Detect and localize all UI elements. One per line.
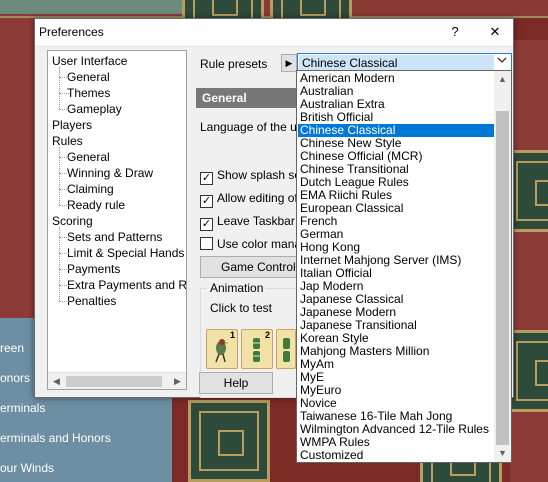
checkbox-box[interactable] (200, 237, 213, 250)
background-tile-pattern (188, 400, 270, 482)
presets-menu-button[interactable]: ▶ (281, 54, 297, 72)
hand-list-item[interactable]: reen (0, 336, 24, 360)
scrollbar-thumb[interactable] (66, 376, 162, 387)
tree-connector (59, 173, 69, 174)
language-label: Language of the use (200, 120, 310, 134)
scroll-left-icon[interactable]: ◀ (48, 373, 65, 389)
tree-item[interactable]: Players (52, 117, 92, 133)
checkbox-splash-screen[interactable]: ✓ Show splash scre (200, 167, 311, 185)
tree-connector (59, 253, 69, 254)
background-green-strip (0, 0, 185, 14)
checkbox-box[interactable]: ✓ (200, 172, 213, 185)
tree-item[interactable]: Gameplay (67, 101, 122, 117)
combobox-selected-value: Chinese Classical (299, 55, 494, 71)
checkbox-color-management[interactable]: Use color manag (200, 236, 308, 252)
animation-tile-partial[interactable] (276, 329, 296, 369)
tree-item[interactable]: General (67, 69, 110, 85)
tree-connector (59, 67, 60, 109)
tree-item[interactable]: Sets and Patterns (67, 229, 162, 245)
chevron-down-icon[interactable] (497, 56, 507, 67)
tree-connector (59, 93, 69, 94)
tree-item[interactable]: Themes (67, 85, 110, 101)
tree-connector (59, 189, 69, 190)
tree-item[interactable]: Penalties (67, 293, 116, 309)
tree-connector (59, 301, 69, 302)
window-title: Preferences (39, 25, 104, 39)
tree-item[interactable]: Extra Payments and Rou (67, 277, 186, 293)
tree-connector (59, 147, 60, 205)
tree-item[interactable]: Rules (52, 133, 83, 149)
tree-item[interactable]: User Interface (52, 53, 127, 69)
tree-item[interactable]: Winning & Draw (67, 165, 153, 181)
bamboo-icon (253, 338, 260, 362)
scrollbar-thumb[interactable] (496, 111, 509, 445)
click-to-test-label: Click to test (210, 301, 273, 315)
tree-connector (59, 205, 69, 206)
tree-item[interactable]: General (67, 149, 110, 165)
preferences-tree[interactable]: User Interface General Themes Gameplay Playe… (47, 50, 187, 390)
animation-tile-bamboo[interactable]: 2 (241, 329, 273, 369)
checkbox-leave-taskbar[interactable]: ✓ Leave Taskbar (200, 213, 295, 231)
game-controls-button[interactable]: Game Controls... (200, 256, 312, 278)
background-right-red (510, 40, 548, 482)
hand-list-item[interactable]: our Winds (0, 456, 54, 480)
scroll-right-icon[interactable]: ▶ (169, 373, 186, 389)
checkbox-allow-editing[interactable]: ✓ Allow editing of h (200, 190, 308, 208)
animation-legend: Animation (207, 281, 267, 295)
scroll-up-icon[interactable]: ▲ (494, 71, 511, 88)
tree-item[interactable]: Ready rule (67, 197, 125, 213)
animation-tile-bird[interactable]: 1 (206, 329, 238, 369)
bird-icon (215, 339, 229, 363)
tree-connector (59, 227, 60, 301)
tree-connector (59, 157, 69, 158)
rule-presets-dropdown[interactable]: American Modern Australian Australian Extr… (296, 70, 512, 463)
checkbox-label: Use color manag (217, 237, 308, 251)
close-button[interactable]: ✕ (475, 19, 515, 45)
checkbox-label: Allow editing of h (217, 191, 308, 205)
help-title-button[interactable]: ? (435, 19, 475, 45)
hand-list-item[interactable]: erminals and Honors (0, 426, 111, 450)
tree-connector (59, 109, 69, 110)
dropdown-option[interactable]: MyAm (298, 358, 494, 371)
tree-connector (59, 237, 69, 238)
hand-list-item[interactable]: onors (0, 366, 30, 390)
dropdown-option[interactable]: Customized (298, 449, 494, 462)
tree-horizontal-scrollbar[interactable]: ◀ ▶ (48, 372, 186, 389)
tree-item[interactable]: Claiming (67, 181, 114, 197)
scroll-down-icon[interactable]: ▼ (494, 445, 511, 462)
tree-connector (59, 77, 69, 78)
tree-connector (59, 285, 69, 286)
checkbox-box[interactable]: ✓ (200, 195, 213, 208)
help-button[interactable]: Help (199, 372, 273, 394)
checkbox-label: Leave Taskbar (217, 214, 295, 228)
rule-presets-label: Rule presets (200, 57, 268, 71)
tree-connector (59, 269, 69, 270)
dropdown-scrollbar[interactable]: ▲ ▼ (494, 71, 511, 462)
checkbox-box[interactable]: ✓ (200, 218, 213, 231)
tree-item[interactable]: Payments (67, 261, 120, 277)
title-bar[interactable]: Preferences ? ✕ (35, 19, 513, 45)
background-left-red (0, 18, 35, 318)
tree-item[interactable]: Limit & Special Hands (67, 245, 184, 261)
hand-list-item[interactable]: erminals (0, 396, 45, 420)
